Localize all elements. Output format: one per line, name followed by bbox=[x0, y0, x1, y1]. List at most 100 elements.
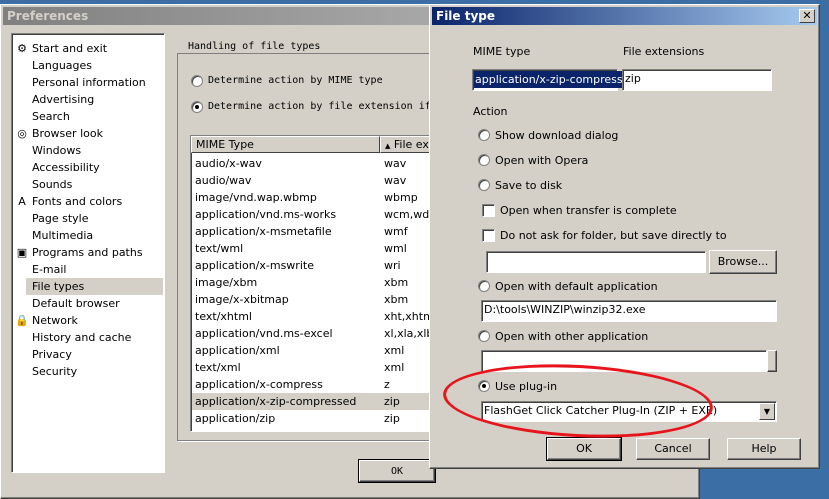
radio-use-plugin[interactable] bbox=[478, 380, 490, 392]
tree-item[interactable]: History and cache bbox=[32, 329, 131, 346]
list-item[interactable]: application/zip zip bbox=[192, 410, 449, 427]
list-item[interactable]: image/xbm xbm bbox=[192, 274, 449, 291]
mime-type-value: application/x-zip-compressed bbox=[474, 71, 638, 88]
radio-show-download[interactable] bbox=[478, 129, 490, 141]
ext-cell: xml bbox=[384, 361, 405, 374]
tree-item-label: Personal information bbox=[32, 76, 146, 89]
mime-list[interactable]: MIME Type ▲ File exte audio/x-wav wav audi… bbox=[190, 135, 450, 432]
list-item[interactable]: application/vnd.ms-excel xl,xla,xlb, bbox=[192, 325, 449, 342]
mime-cell: audio/wav bbox=[195, 174, 252, 187]
tree-item[interactable]: ▣ Programs and paths bbox=[17, 244, 143, 261]
action-label: Action bbox=[473, 105, 508, 118]
list-item[interactable]: text/xml xml bbox=[192, 359, 449, 376]
category-tree[interactable]: ⚙ Start and exit Languages Personal informa… bbox=[11, 33, 165, 473]
open-complete-label[interactable]: Open when transfer is complete bbox=[500, 204, 677, 217]
list-item[interactable]: image/x-xbitmap xbm bbox=[192, 291, 449, 308]
tree-item[interactable]: Windows bbox=[32, 142, 81, 159]
mime-type-field[interactable]: application/x-zip-compressed bbox=[472, 69, 638, 91]
list-item[interactable]: audio/wav wav bbox=[192, 172, 449, 189]
show-download-label[interactable]: Show download dialog bbox=[495, 129, 618, 142]
mime-cell: application/x-zip-compressed bbox=[195, 395, 357, 408]
list-item[interactable]: application/x-zip-compressed zip bbox=[192, 393, 449, 410]
browse-button[interactable]: Browse... bbox=[709, 250, 777, 274]
open-opera-label[interactable]: Open with Opera bbox=[495, 154, 588, 167]
no-ask-label[interactable]: Do not ask for folder, but save directly… bbox=[500, 229, 727, 242]
checkbox-no-ask[interactable] bbox=[482, 229, 495, 242]
browse-label: Browse... bbox=[717, 255, 769, 268]
mime-cell: audio/x-wav bbox=[195, 157, 262, 170]
col-mime-type[interactable]: MIME Type bbox=[191, 136, 380, 153]
radio-mime-label[interactable]: Determine action by MIME type bbox=[208, 75, 383, 86]
file-extensions-field[interactable]: zip bbox=[622, 69, 772, 91]
ext-cell: wml bbox=[384, 242, 407, 255]
other-app-label[interactable]: Open with other application bbox=[495, 330, 648, 343]
sort-arrow-icon: ▲ bbox=[385, 142, 391, 150]
help-button[interactable]: Help bbox=[727, 438, 801, 460]
mime-cell: text/xml bbox=[195, 361, 241, 374]
tree-item-label: Security bbox=[32, 365, 78, 378]
list-item[interactable]: text/xhtml xht,xhtm, bbox=[192, 308, 449, 325]
tree-item[interactable]: Advertising bbox=[32, 91, 94, 108]
chevron-down-icon[interactable]: ▼ bbox=[759, 403, 775, 420]
list-item[interactable]: application/xml xml bbox=[192, 342, 449, 359]
radio-default-app[interactable] bbox=[478, 280, 490, 292]
list-item[interactable]: application/vnd.ms-works wcm,wdb, bbox=[192, 206, 449, 223]
start-icon: ⚙ bbox=[17, 42, 27, 55]
radio-mime-type[interactable] bbox=[191, 75, 203, 87]
default-app-field[interactable]: D:\tools\WINZIP\winzip32.exe bbox=[481, 300, 777, 322]
save-folder-field[interactable] bbox=[486, 251, 706, 273]
radio-save-disk[interactable] bbox=[478, 179, 490, 191]
checkbox-open-complete[interactable] bbox=[482, 204, 495, 217]
radio-ext-label[interactable]: Determine action by file extension if bbox=[208, 101, 431, 112]
list-item[interactable]: audio/x-wav wav bbox=[192, 155, 449, 172]
other-app-field[interactable] bbox=[481, 350, 767, 372]
help-label: Help bbox=[751, 442, 777, 455]
list-item[interactable]: application/x-mswrite wri bbox=[192, 257, 449, 274]
other-app-browse-button[interactable] bbox=[767, 350, 777, 372]
tree-item[interactable]: Accessibility bbox=[32, 159, 100, 176]
radio-file-extension[interactable] bbox=[191, 101, 203, 113]
pref-ok-label: OK bbox=[390, 466, 404, 477]
tree-item[interactable]: Page style bbox=[32, 210, 89, 227]
tree-item[interactable]: File types bbox=[26, 278, 163, 295]
tree-item[interactable]: Multimedia bbox=[32, 227, 93, 244]
tree-item[interactable]: Sounds bbox=[32, 176, 72, 193]
tree-item[interactable]: ⚙ Start and exit bbox=[17, 40, 107, 57]
list-item[interactable]: application/x-msmetafile wmf bbox=[192, 223, 449, 240]
tree-item[interactable]: E-mail bbox=[32, 261, 67, 278]
mime-cell: application/xml bbox=[195, 344, 280, 357]
tree-item[interactable]: 🔒 Network bbox=[15, 312, 78, 329]
mime-cell: image/xbm bbox=[195, 276, 258, 289]
browser-look-icon: ◎ bbox=[17, 127, 27, 140]
tree-item[interactable]: Personal information bbox=[32, 74, 146, 91]
close-button[interactable]: ✕ bbox=[799, 9, 815, 23]
tree-item[interactable]: ◎ Browser look bbox=[17, 125, 103, 142]
plugin-value: FlashGet Click Catcher Plug-In (ZIP + EX… bbox=[484, 404, 718, 417]
list-item[interactable]: text/wml wml bbox=[192, 240, 449, 257]
tree-item-label: E-mail bbox=[32, 263, 67, 276]
ok-button[interactable]: OK bbox=[546, 437, 622, 461]
list-item[interactable]: image/vnd.wap.wbmp wbmp bbox=[192, 189, 449, 206]
use-plugin-label[interactable]: Use plug-in bbox=[495, 380, 557, 393]
tree-item[interactable]: Privacy bbox=[32, 346, 72, 363]
radio-other-app[interactable] bbox=[478, 330, 490, 342]
tree-item[interactable]: A Fonts and colors bbox=[18, 193, 123, 210]
cancel-button[interactable]: Cancel bbox=[636, 438, 710, 460]
file-extensions-value: zip bbox=[625, 72, 641, 85]
pref-ok-button[interactable]: OK bbox=[358, 459, 436, 483]
tree-item-label: Network bbox=[32, 314, 78, 327]
list-item[interactable]: application/x-compress z bbox=[192, 376, 449, 393]
file-type-titlebar[interactable]: File type bbox=[432, 7, 817, 25]
close-icon: ✕ bbox=[802, 9, 812, 22]
tree-item[interactable]: Security bbox=[32, 363, 77, 380]
save-disk-label[interactable]: Save to disk bbox=[495, 179, 562, 192]
tree-item[interactable]: Languages bbox=[32, 57, 92, 74]
default-app-label[interactable]: Open with default application bbox=[495, 280, 658, 293]
tree-item-label: Fonts and colors bbox=[32, 195, 123, 208]
radio-open-opera[interactable] bbox=[478, 154, 490, 166]
ext-cell: xml bbox=[384, 344, 405, 357]
tree-item-label: History and cache bbox=[32, 331, 132, 344]
tree-item[interactable]: Search bbox=[32, 108, 70, 125]
plugin-combo[interactable]: FlashGet Click Catcher Plug-In (ZIP + EX… bbox=[481, 401, 777, 422]
tree-item[interactable]: Default browser bbox=[32, 295, 120, 312]
